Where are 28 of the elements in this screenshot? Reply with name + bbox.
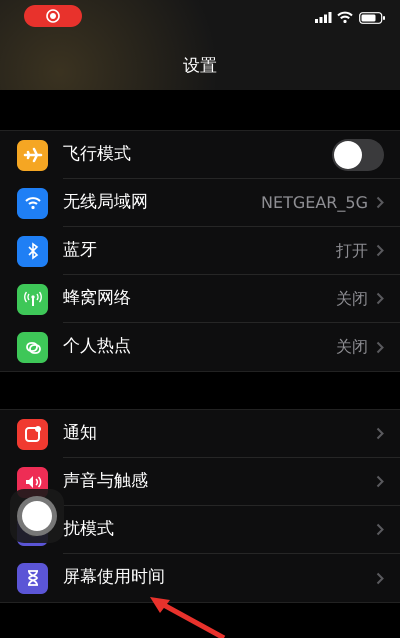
- setting-label[interactable]: 声音与触感: [63, 468, 376, 494]
- toggle-switch[interactable]: [332, 138, 384, 170]
- setting-value: 打开: [336, 240, 368, 262]
- setting-label[interactable]: 扰模式: [63, 516, 376, 542]
- setting-value: 关闭: [336, 336, 368, 358]
- record-icon: [46, 9, 60, 23]
- chevron-icon: [376, 196, 384, 209]
- setting-value: 关闭: [336, 288, 368, 310]
- chevron-icon: [376, 523, 384, 536]
- chevron-icon: [376, 340, 384, 354]
- setting-value: NETGEAR_5G: [261, 192, 368, 214]
- wifi-icon: [337, 11, 353, 23]
- battery-icon: [359, 12, 386, 24]
- signal-icon: [315, 12, 332, 23]
- assistive-touch-button[interactable]: [10, 489, 64, 543]
- chevron-icon: [376, 427, 384, 440]
- setting-label[interactable]: 通知: [63, 420, 376, 446]
- chevron-icon: [376, 244, 384, 257]
- screen-title: 设置: [182, 55, 218, 77]
- setting-label[interactable]: 无线局域网: [63, 190, 261, 216]
- chevron-icon: [376, 475, 384, 488]
- setting-label[interactable]: 蜂窝网络: [63, 286, 336, 312]
- chevron-icon: [376, 572, 384, 584]
- setting-label[interactable]: 蓝牙: [63, 238, 336, 264]
- chevron-icon: [376, 292, 384, 305]
- setting-label[interactable]: 个人热点: [63, 334, 336, 360]
- setting-label[interactable]: 飞行模式: [63, 142, 332, 168]
- setting-label[interactable]: 屏幕使用时间: [63, 565, 376, 591]
